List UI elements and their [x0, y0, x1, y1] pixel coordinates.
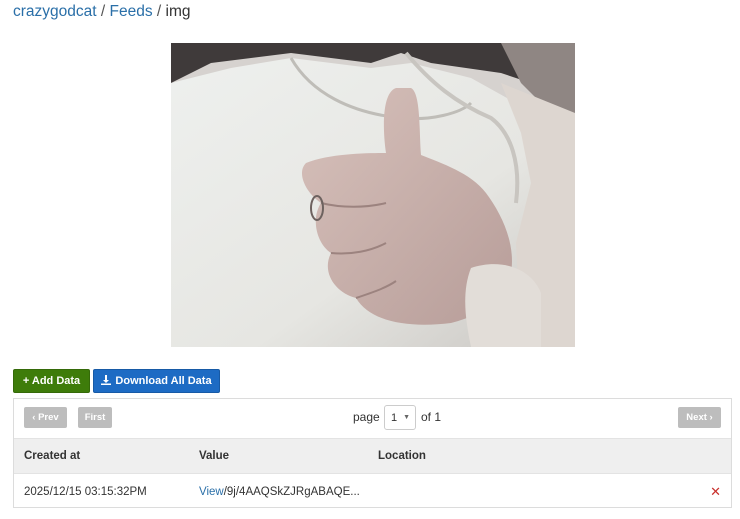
- next-label: Next: [686, 412, 707, 423]
- table-header: Created at Value Location: [14, 438, 731, 474]
- breadcrumb-separator: /: [96, 3, 110, 20]
- first-page-button[interactable]: First: [78, 407, 112, 428]
- prev-label: Prev: [38, 412, 59, 423]
- breadcrumb-current: img: [165, 3, 191, 20]
- delete-icon[interactable]: ✕: [710, 484, 721, 500]
- breadcrumb-feeds-link[interactable]: Feeds: [110, 3, 153, 20]
- chevron-right-icon: ›: [706, 412, 713, 423]
- page-label: page: [353, 410, 380, 424]
- column-header-value: Value: [199, 450, 230, 462]
- table-row: 2025/12/15 03:15:32PM View/9j/4AAQSkZJRg…: [14, 474, 731, 508]
- page-count-label: of 1: [421, 410, 442, 424]
- cell-value-text: /9j/4AAQSkZJRgABAQE...: [223, 486, 360, 498]
- add-data-button[interactable]: + Add Data: [13, 369, 90, 393]
- column-header-location: Location: [378, 450, 426, 462]
- cell-created-at: 2025/12/15 03:15:32PM: [24, 486, 147, 498]
- cell-value: View/9j/4AAQSkZJRgABAQE...: [199, 486, 360, 498]
- feed-image-photo: [171, 43, 575, 347]
- download-icon: [101, 374, 112, 388]
- breadcrumb-separator: /: [152, 3, 166, 20]
- column-header-created-at: Created at: [24, 450, 81, 462]
- page-select-value: 1: [391, 412, 398, 424]
- view-link[interactable]: View: [199, 486, 224, 498]
- download-all-data-label: Download All Data: [115, 375, 212, 387]
- breadcrumb-user-link[interactable]: crazygodcat: [13, 3, 97, 20]
- breadcrumb: crazygodcat / Feeds / img: [13, 3, 191, 21]
- download-all-data-button[interactable]: Download All Data: [93, 369, 220, 393]
- next-page-button[interactable]: Next ›: [678, 407, 721, 428]
- prev-page-button[interactable]: ‹ Prev: [24, 407, 67, 428]
- data-panel: ‹ Prev First page 1 ▼ of 1 Next › Create…: [13, 398, 732, 508]
- feed-image: [171, 43, 575, 347]
- caret-down-icon: ▼: [403, 414, 410, 421]
- page-select[interactable]: 1 ▼: [384, 405, 416, 430]
